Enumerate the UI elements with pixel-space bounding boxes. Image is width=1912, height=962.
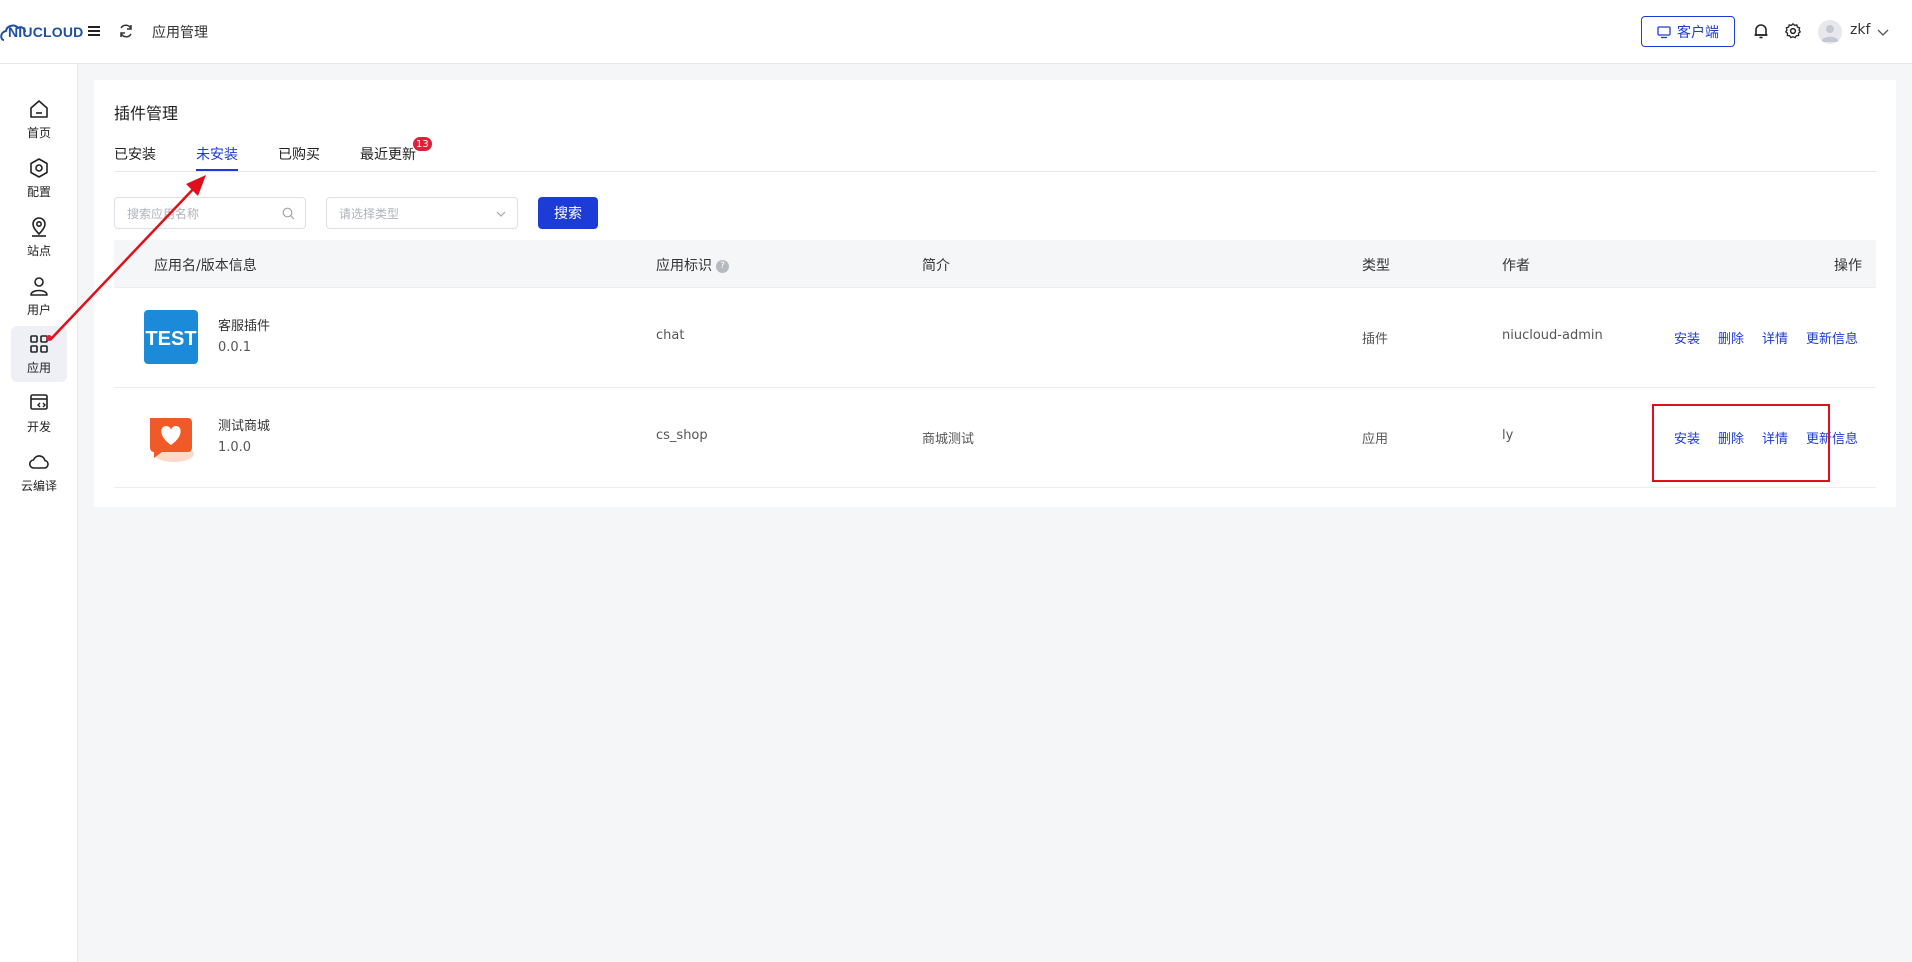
test-logo-text: TEST [145,328,196,350]
detail-link[interactable]: 详情 [1762,328,1788,347]
delete-link[interactable]: 删除 [1718,328,1744,347]
app-author: ly [1502,428,1514,443]
sidebar-item-label: 首页 [26,125,51,140]
app-author: niucloud-admin [1502,328,1603,343]
avatar-user-icon [1821,25,1839,42]
tab-recent-updates[interactable]: 最近更新 [360,144,416,164]
menu-toggle-icon[interactable] [86,23,102,39]
app-key: chat [656,328,685,343]
table-header: 应用名/版本信息 应用标识? 简介 类型 作者 操作 [114,240,1876,288]
hexagon-settings-icon [30,157,48,178]
update-info-link[interactable]: 更新信息 [1806,328,1858,347]
sidebar-item-label: 应用 [26,360,51,375]
sidebar: 首页 配置 站点 用户 应用 开发 云编译 [0,64,78,962]
help-icon[interactable]: ? [716,259,729,273]
logo-text: NIUCLOUD [8,24,84,40]
chevron-down-icon[interactable] [1876,25,1890,39]
sidebar-item-home[interactable]: 首页 [11,91,67,147]
bell-icon[interactable] [1752,22,1770,40]
col-key-label: 应用标识 [656,258,712,274]
code-window-icon [30,393,48,410]
app-version: 0.0.1 [218,340,252,355]
avatar[interactable] [1818,20,1842,44]
col-key: 应用标识? [656,255,729,275]
plugin-management-card: 插件管理 已安装 未安装 已购买 最近更新 13 搜索应用名称 请选择类型 搜索… [94,80,1896,507]
app-version: 1.0.0 [218,440,252,455]
notification-dot [46,335,52,341]
client-button-label: 客户端 [1677,24,1719,41]
monitor-icon [1657,25,1671,38]
sidebar-item-cloud-build[interactable]: 云编译 [11,444,67,500]
sidebar-item-config[interactable]: 配置 [11,150,67,206]
search-placeholder: 搜索应用名称 [127,206,200,221]
tab-installed[interactable]: 已安装 [114,144,156,164]
type-select-placeholder: 请选择类型 [339,206,400,221]
sidebar-item-apps[interactable]: 应用 [11,326,67,382]
search-app-name-input[interactable]: 搜索应用名称 [114,197,306,229]
app-test-icon: TEST [144,310,198,364]
user-icon [30,276,48,296]
refresh-icon[interactable] [118,23,134,39]
heart-chat-icon [144,410,198,464]
home-icon [30,99,48,118]
sidebar-item-label: 开发 [26,419,51,434]
gear-icon[interactable] [1784,22,1802,40]
type-select[interactable]: 请选择类型 [326,197,518,229]
table-row: 测试商城 1.0.0 cs_shop 商城测试 应用 ly 安装 删除 详情 更… [114,388,1876,488]
sidebar-item-label: 配置 [26,184,51,199]
tabs-divider [114,171,1876,172]
update-count-badge: 13 [412,136,433,152]
niucloud-logo[interactable]: NIUCLOUD [0,16,83,48]
test-logo-icon: TEST [145,328,196,350]
sidebar-item-users[interactable]: 用户 [11,268,67,324]
install-link[interactable]: 安装 [1674,328,1700,347]
chevron-down-icon [496,211,506,217]
col-name: 应用名/版本信息 [154,258,257,274]
top-header: NIUCLOUD 应用管理 客户端 zkf [0,0,1912,64]
search-icon [282,207,295,220]
sidebar-item-label: 用户 [26,302,51,317]
app-key: cs_shop [656,428,708,443]
app-shop-icon [144,410,198,464]
app-name: 测试商城 [218,419,271,434]
col-type: 类型 [1362,258,1390,274]
client-button[interactable]: 客户端 [1641,16,1735,47]
location-pin-icon [32,216,46,237]
col-author: 作者 [1502,258,1530,274]
app-name: 客服插件 [218,319,271,334]
sidebar-item-label: 站点 [26,243,51,258]
col-desc: 简介 [922,258,950,274]
page-title: 插件管理 [114,104,179,123]
tab-purchased[interactable]: 已购买 [278,144,320,164]
app-type: 插件 [1362,332,1389,347]
active-tab-indicator [196,169,238,171]
app-desc: 商城测试 [922,432,975,447]
sidebar-item-label: 云编译 [20,478,57,493]
sidebar-item-site[interactable]: 站点 [11,209,67,265]
col-ops: 操作 [1834,258,1862,274]
table-row: TEST 客服插件 0.0.1 chat 插件 niucloud-admin 安… [114,288,1876,388]
app-type: 应用 [1362,432,1389,447]
tab-not-installed[interactable]: 未安装 [196,144,238,164]
username[interactable]: zkf [1850,22,1870,38]
cloud-icon [28,454,49,469]
search-button[interactable]: 搜索 [538,197,598,229]
sidebar-item-dev[interactable]: 开发 [11,385,67,441]
annotation-highlight-box [1652,404,1830,482]
breadcrumb-title: 应用管理 [152,25,208,41]
